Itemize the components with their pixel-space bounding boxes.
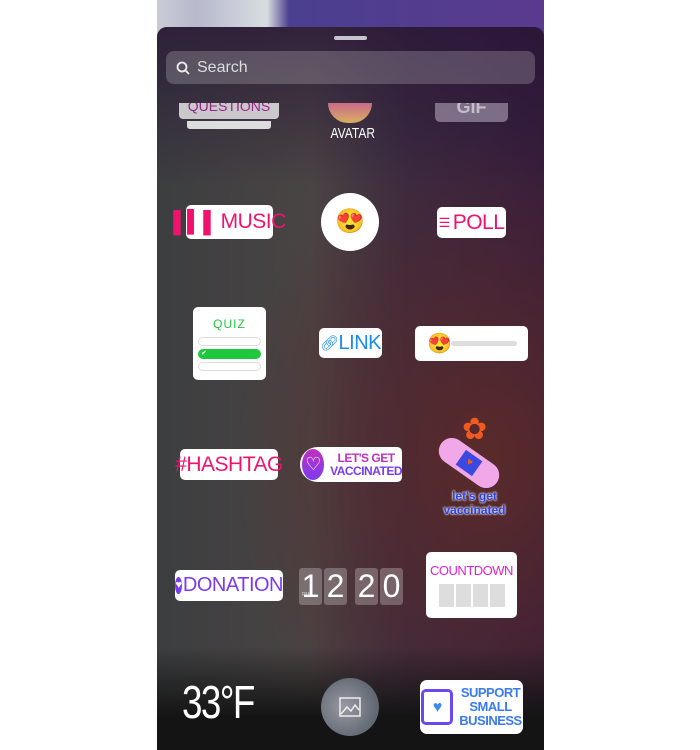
image-icon	[339, 697, 361, 717]
check-icon: ✔	[198, 349, 261, 359]
flower-icon: ✿	[462, 413, 488, 446]
sticker-countdown[interactable]: COUNTDOWN	[426, 552, 517, 618]
music-icon: ▌▍▌	[173, 210, 218, 234]
sticker-questions[interactable]: QUESTIONS	[179, 103, 279, 131]
heart-icon: ♡	[302, 449, 325, 480]
sticker-poll[interactable]: ☰ POLL	[437, 207, 506, 238]
slider-track	[451, 341, 518, 346]
sticker-hashtag[interactable]: #HASHTAG	[175, 449, 283, 480]
sticker-quiz[interactable]: QUIZ ✔	[193, 307, 266, 380]
search-input[interactable]: Search	[166, 51, 535, 84]
sticker-link[interactable]: 🔗︎ LINK	[319, 328, 382, 358]
sticker-vaccinated-art[interactable]: ✿ ♥ let's get vaccinated	[427, 412, 522, 517]
sticker-donation[interactable]: ♥ DONATION	[175, 570, 284, 601]
sticker-weather[interactable]: 33°F	[182, 675, 272, 729]
avatar	[328, 103, 372, 123]
shopping-bag-icon: ♥	[421, 689, 454, 725]
sticker-gif[interactable]: GIF	[435, 103, 508, 122]
drag-handle[interactable]	[334, 36, 367, 40]
link-icon: 🔗︎	[319, 335, 339, 352]
sticker-photo[interactable]	[321, 678, 379, 736]
sticker-lets-get-vaccinated[interactable]: ♡ LET'S GET VACCINATED	[300, 447, 402, 482]
sticker-time[interactable]: PM 1 2 2 0	[299, 568, 403, 605]
donation-heart-icon: ♥	[175, 577, 182, 594]
sticker-emoji-chat[interactable]: 😍	[321, 193, 379, 251]
poll-icon: ☰	[438, 214, 451, 230]
sticker-avatar[interactable]: AVATAR	[325, 103, 375, 142]
sticker-emoji-slider[interactable]: 😍	[415, 326, 528, 361]
search-icon	[176, 61, 190, 75]
sticker-music[interactable]: ▌▍▌ MUSIC	[173, 205, 286, 239]
sticker-tray: Search QUESTIONS AVATAR GIF ▌▍▌ MUSIC 😍 ☰…	[157, 27, 544, 750]
sticker-support-small-business[interactable]: ♥ SUPPORT SMALL BUSINESS	[420, 680, 523, 734]
